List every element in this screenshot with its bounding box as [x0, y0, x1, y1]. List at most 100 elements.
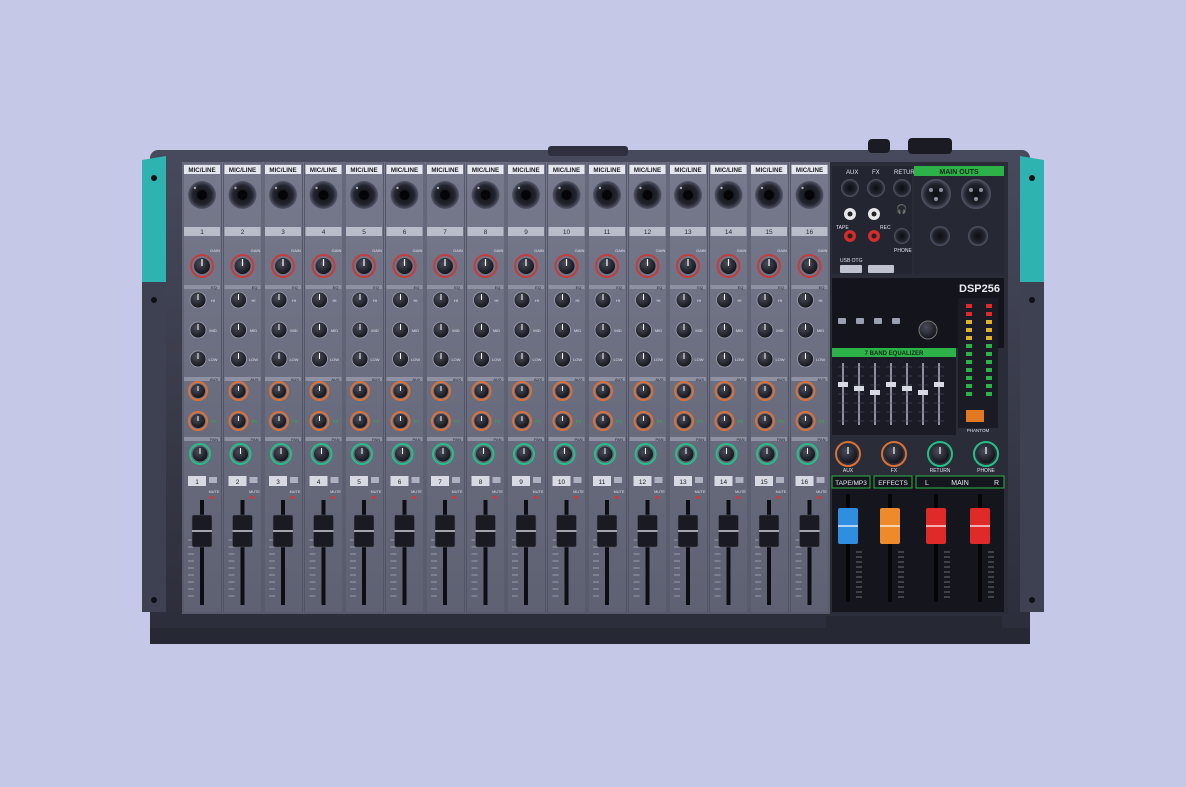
main-out-l-jack[interactable] [930, 226, 950, 246]
input-label: MIC/LINE [472, 167, 499, 174]
mute-button[interactable] [573, 477, 582, 483]
dsp-button-3[interactable] [874, 318, 882, 324]
channel-number-bottom: 6 [398, 479, 402, 486]
mute-button[interactable] [209, 477, 217, 483]
channel-number-bottom: 12 [639, 479, 647, 486]
dsp-button-4[interactable] [892, 318, 900, 324]
channel-number-bottom: 8 [479, 479, 483, 486]
main-out-r-jack[interactable] [968, 226, 988, 246]
input-label: MIC/LINE [350, 167, 377, 174]
pan-label: PAN [413, 437, 421, 442]
main-outs-label: MAIN OUTS [939, 169, 979, 176]
eq-band-label: MID [209, 328, 216, 333]
mute-button[interactable] [452, 477, 460, 483]
phone-jack[interactable] [894, 228, 910, 244]
mute-button[interactable] [735, 477, 744, 483]
usb-port[interactable] [840, 265, 862, 273]
mute-button[interactable] [249, 477, 258, 483]
meter-led-left [966, 344, 972, 348]
mixer-photo-scene: MIC/LINE 1 GAIN EQ HI MID LOW AUX FX PAN 1 MUTE MIC/… [142, 138, 1044, 644]
fx-label: FX [778, 419, 784, 424]
main-out-l-xlr[interactable] [921, 179, 951, 209]
left-end-cap [142, 156, 166, 282]
mute-label: MUTE [492, 490, 503, 494]
channel-number-bottom: 2 [236, 479, 240, 486]
gain-label: GAIN [696, 248, 706, 253]
usb-label: USB OTG [840, 258, 863, 264]
fx-out-jack[interactable] [867, 179, 885, 197]
mute-button[interactable] [695, 477, 703, 483]
main-out-r-xlr[interactable] [961, 179, 991, 209]
geq-slider[interactable] [838, 382, 848, 387]
pan-label: PAN [494, 437, 502, 442]
rec-label: REC [880, 225, 891, 231]
dsp-button-2[interactable] [856, 318, 864, 324]
eq-band-label: HI [616, 298, 620, 303]
mute-button[interactable] [816, 477, 825, 483]
headphone-icon: 🎧 [896, 203, 907, 214]
eq-band-label: MID [493, 328, 500, 333]
geq-slider[interactable] [854, 386, 864, 391]
channel-number-top: 8 [484, 229, 488, 236]
meter-led-right [986, 312, 992, 316]
geq-slider[interactable] [886, 382, 896, 387]
eq-band-label: MID [533, 328, 540, 333]
eq-band-label: LOW [613, 357, 622, 362]
mute-button[interactable] [654, 477, 663, 483]
meter-led-right [986, 392, 992, 396]
meter-led-right [986, 384, 992, 388]
fx-label: FX [535, 419, 541, 424]
mute-button[interactable] [290, 477, 298, 483]
geq-slider[interactable] [934, 382, 944, 387]
eq-band-label: HI [778, 298, 782, 303]
eq-band-label: LOW [370, 357, 379, 362]
geq-slider[interactable] [918, 390, 928, 395]
pan-label: PAN [777, 437, 785, 442]
mute-button[interactable] [371, 477, 379, 483]
mute-button[interactable] [411, 477, 420, 483]
fx-label: FX [333, 419, 339, 424]
eq-label: EQ [495, 285, 501, 290]
return-jack[interactable] [893, 179, 911, 197]
mute-label: MUTE [735, 490, 746, 494]
pan-label: PAN [656, 437, 664, 442]
pan-label: PAN [251, 437, 259, 442]
fx-label: FX [414, 419, 420, 424]
geq-slider[interactable] [870, 390, 880, 395]
channel-number-bottom: 5 [357, 479, 361, 486]
eq-label: EQ [778, 285, 784, 290]
meter-led-right [986, 328, 992, 332]
eq-band-label: HI [576, 298, 580, 303]
pan-label: PAN [575, 437, 583, 442]
effects-fader-label: EFFECTS [878, 480, 908, 487]
mute-button[interactable] [614, 477, 622, 483]
mute-button[interactable] [533, 477, 541, 483]
geq-slider[interactable] [902, 386, 912, 391]
phantom-switch[interactable] [966, 410, 984, 422]
dsp-button-1[interactable] [838, 318, 846, 324]
main-l-label: L [925, 480, 929, 487]
tape-mp3-fader-label: TAPE/MP3 [835, 480, 867, 487]
eq-band-label: MID [250, 328, 257, 333]
aux-out-jack[interactable] [841, 179, 859, 197]
fx-label: FX [657, 419, 663, 424]
channel-number-top: 16 [806, 229, 814, 236]
mute-button[interactable] [776, 477, 784, 483]
meter-led-left [966, 336, 972, 340]
gain-label: GAIN [413, 248, 423, 253]
channel-number-bottom: 16 [801, 479, 809, 486]
eq-band-label: MID [695, 328, 702, 333]
eq-band-label: MID [452, 328, 459, 333]
dsp-encoder-knob[interactable] [918, 320, 938, 340]
channel-number-bottom: 11 [599, 479, 606, 486]
channel-number-bottom: 3 [276, 479, 280, 486]
master-section: AUX FX RETURN TAPE REC 🎧 PHONE USB OTG M… [826, 162, 1008, 630]
fx-label: FX [454, 419, 460, 424]
mute-button[interactable] [330, 477, 339, 483]
aux-label: AUX [736, 377, 745, 382]
eq-band-label: LOW [775, 357, 784, 362]
mute-button[interactable] [492, 477, 501, 483]
eq-band-label: MID [736, 328, 743, 333]
eq-label: EQ [819, 285, 825, 290]
mute-label: MUTE [209, 490, 220, 494]
